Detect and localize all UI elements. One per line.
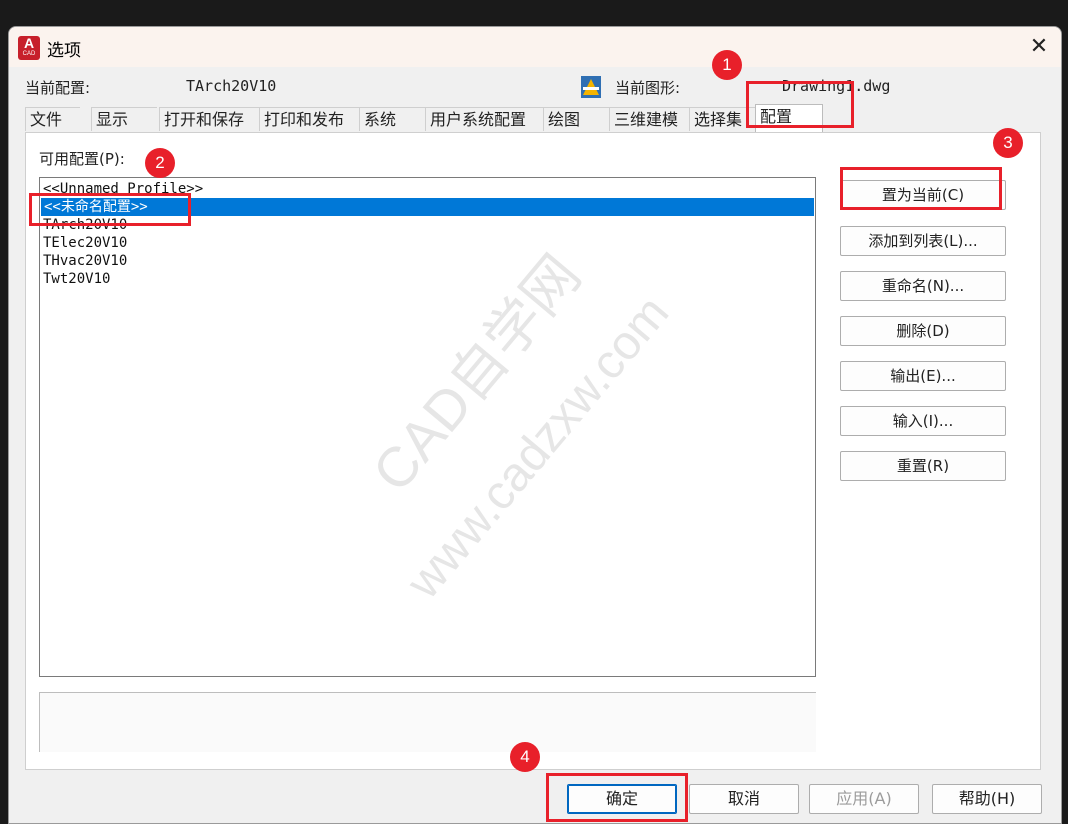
import-button[interactable]: 输入(I)... <box>840 406 1006 436</box>
list-item[interactable]: Twt20V10 <box>40 270 815 288</box>
tab-open-save[interactable]: 打开和保存 <box>159 107 259 131</box>
annotation-badge-4: 4 <box>510 742 540 772</box>
close-icon[interactable]: ✕ <box>1023 33 1055 61</box>
annotation-box-3 <box>840 167 1002 210</box>
tab-drafting[interactable]: 绘图 <box>543 107 609 131</box>
list-item[interactable]: TElec20V10 <box>40 234 815 252</box>
tab-files[interactable]: 文件 <box>25 107 80 131</box>
annotation-badge-2: 2 <box>145 148 175 178</box>
annotation-badge-3: 3 <box>993 128 1023 158</box>
autocad-app-icon: A CAD <box>18 36 40 60</box>
delete-button[interactable]: 删除(D) <box>840 316 1006 346</box>
tab-system[interactable]: 系统 <box>359 107 425 131</box>
available-profiles-label: 可用配置(P): <box>39 150 125 168</box>
annotation-box-1 <box>746 81 854 128</box>
add-to-list-button[interactable]: 添加到列表(L)... <box>840 226 1006 256</box>
current-profile-label: 当前配置: <box>25 79 91 97</box>
tab-plot-publish[interactable]: 打印和发布 <box>259 107 359 131</box>
tab-user-preferences[interactable]: 用户系统配置 <box>425 107 543 131</box>
profile-description-box <box>39 692 816 752</box>
profiles-listbox[interactable]: <<Unnamed Profile>> <<未命名配置>> TArch20V10… <box>39 177 816 677</box>
rename-button[interactable]: 重命名(N)... <box>840 271 1006 301</box>
current-profile-value: TArch20V10 <box>186 77 277 95</box>
apply-button[interactable]: 应用(A) <box>809 784 919 814</box>
dialog-title: 选项 <box>47 41 81 61</box>
annotation-box-2 <box>29 193 191 226</box>
reset-button[interactable]: 重置(R) <box>840 451 1006 481</box>
current-drawing-label: 当前图形: <box>615 79 681 97</box>
help-button[interactable]: 帮助(H) <box>932 784 1042 814</box>
tab-display[interactable]: 显示 <box>91 107 157 131</box>
title-bar[interactable]: A CAD 选项 ✕ <box>9 27 1061 67</box>
annotation-box-4 <box>546 773 688 822</box>
cancel-button[interactable]: 取消 <box>689 784 799 814</box>
tab-3d-modeling[interactable]: 三维建模 <box>609 107 689 131</box>
list-item[interactable]: THvac20V10 <box>40 252 815 270</box>
annotation-badge-1: 1 <box>712 50 742 80</box>
drawing-file-icon <box>581 76 601 98</box>
export-button[interactable]: 输出(E)... <box>840 361 1006 391</box>
options-dialog: A CAD 选项 ✕ 当前配置: TArch20V10 当前图形: Drawing… <box>8 26 1062 824</box>
